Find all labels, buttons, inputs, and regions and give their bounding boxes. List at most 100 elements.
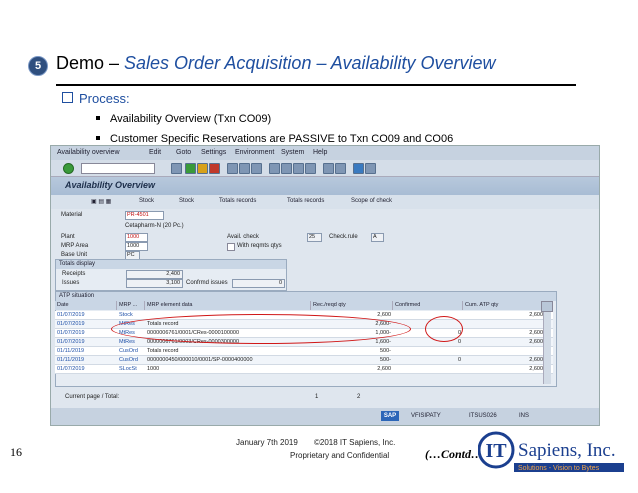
table-scrollbar[interactable] (543, 312, 551, 384)
highlight-confirmed-ellipse (425, 316, 463, 342)
shortcut-icon[interactable] (335, 163, 346, 174)
title-emphasis: Sales Order Acquisition – Availability O… (124, 53, 496, 73)
sap-title-bar: Availability Overview (51, 177, 599, 195)
next-page-icon[interactable] (293, 163, 304, 174)
table-row[interactable]: 01/11/2019 CusOrd 0000000450/000010/0001/S… (55, 356, 553, 365)
col-cum-atp-qty[interactable]: Cum. ATP qty (463, 301, 553, 310)
cell-element: 0000000450/000010/0001/SP-0000400000 (147, 357, 253, 363)
menu-edit[interactable]: Edit (149, 149, 161, 156)
highlight-reservations-ellipse (111, 314, 411, 344)
footer-date: January 7th 2019 (236, 438, 298, 447)
col-date[interactable]: Date (55, 301, 117, 310)
exit-icon[interactable] (197, 163, 208, 174)
mrp-area-field[interactable]: 1000 (125, 242, 148, 251)
material-field[interactable]: PR-4501 (125, 211, 164, 220)
first-page-icon[interactable] (269, 163, 280, 174)
totals-display-header: Totals display (56, 260, 286, 269)
avail-check-field: 25 (307, 233, 322, 242)
square-bullet-icon (96, 116, 100, 120)
save-icon[interactable] (171, 163, 182, 174)
cell-element: Totals record (147, 348, 179, 354)
menu-goto[interactable]: Goto (176, 149, 191, 156)
plant-label: Plant (61, 234, 75, 240)
atp-situation-header: ATP situation (56, 292, 556, 301)
create-session-icon[interactable] (323, 163, 334, 174)
last-page-icon[interactable] (305, 163, 316, 174)
stock-button-1[interactable]: Stock (139, 198, 154, 204)
menu-settings[interactable]: Settings (201, 149, 226, 156)
receipts-field: 2,400 (126, 270, 183, 279)
cell-date: 01/07/2019 (57, 312, 85, 318)
status-mode: INS (519, 413, 530, 419)
cell-mrp: Stock (119, 312, 133, 318)
enter-icon[interactable] (63, 163, 74, 174)
sap-logo: SAP (381, 411, 399, 421)
cell-date: 01/11/2019 (57, 357, 85, 363)
receipts-label: Receipts (62, 271, 86, 277)
sap-standard-toolbar (51, 160, 599, 177)
stock-button-2[interactable]: Stock (179, 198, 194, 204)
sap-status-bar: SAP VFISIPATY ITSUS026 INS (51, 408, 599, 425)
find-icon[interactable] (239, 163, 250, 174)
back-icon[interactable] (185, 163, 196, 174)
cell-date: 01/11/2019 (57, 348, 85, 354)
menu-environment[interactable]: Environment (235, 149, 274, 156)
cell-mrp: CusOrd (119, 348, 138, 354)
cell-cum: 2,600 (529, 312, 543, 318)
pager-label: Current page / Total: (65, 394, 120, 400)
status-server: ITSUS026 (469, 413, 497, 419)
plant-field[interactable]: 1000 (125, 233, 148, 242)
sub-bullet-2: Customer Specific Reservations are PASSI… (96, 133, 453, 145)
mrp-area-label: MRP Area (61, 243, 89, 249)
layout-menu-icon[interactable] (365, 163, 376, 174)
col-mrp[interactable]: MRP ... (117, 301, 145, 310)
totals-records-button-2[interactable]: Totals records (287, 198, 324, 204)
status-system: VFISIPATY (411, 413, 441, 419)
col-rec-reqd-qty[interactable]: Rec./reqd qty (311, 301, 393, 310)
cell-qty: 2,600 (377, 366, 391, 372)
find-next-icon[interactable] (251, 163, 262, 174)
bullet-heading: Process: (62, 91, 130, 106)
menu-availability-overview[interactable]: Availability overview (57, 149, 120, 156)
table-row[interactable]: 01/07/2019 SLocSt 1000 2,600 2,600 (55, 365, 553, 374)
bullet-heading-text: Process: (79, 91, 130, 106)
pager-total: 2 (357, 394, 361, 400)
check-rule-label: Check.rule (329, 234, 358, 240)
issues-field: 3,100 (126, 279, 183, 288)
previous-page-icon[interactable] (281, 163, 292, 174)
sub-bullet-2-text: Customer Specific Reservations are PASSI… (110, 133, 454, 145)
footer-proprietary: Proprietary and Confidential (290, 451, 390, 460)
logo-letters: IT (485, 440, 507, 462)
column-settings-icon[interactable] (541, 301, 553, 312)
table-row[interactable]: 01/11/2019 CusOrd Totals record 500- (55, 347, 553, 356)
title-prefix: Demo – (56, 53, 125, 73)
menu-system[interactable]: System (281, 149, 304, 156)
col-confirmed[interactable]: Confirmed (393, 301, 463, 310)
cancel-icon[interactable] (209, 163, 220, 174)
app-tool-icons[interactable]: ▣ ▤ ▦ (91, 198, 111, 205)
base-unit-label: Base Unit (61, 252, 88, 258)
totals-records-button-1[interactable]: Totals records (219, 198, 256, 204)
menu-help[interactable]: Help (313, 149, 327, 156)
check-rule-field: A (371, 233, 384, 242)
material-description: Cetapharm-N (20 Pc.) (125, 223, 184, 229)
sap-menu-bar: Availability overview Edit Goto Settings… (51, 146, 599, 160)
cell-confirmed: 0 (457, 357, 461, 363)
scope-of-check-button[interactable]: Scope of check (351, 198, 392, 204)
col-mrp-element[interactable]: MRP element data (145, 301, 311, 310)
cell-date: 01/07/2019 (57, 330, 85, 336)
logo-name: Sapiens, Inc. (518, 440, 616, 461)
cell-cum: 2,600 (529, 366, 543, 372)
avail-check-label: Avail. check (227, 234, 259, 240)
cell-date: 01/07/2019 (57, 321, 85, 327)
screen-title: Availability Overview (65, 180, 156, 190)
cell-element: 1000 (147, 366, 160, 372)
cell-cum: 2,600 (529, 357, 543, 363)
print-icon[interactable] (227, 163, 238, 174)
command-field[interactable] (81, 163, 155, 174)
cell-qty: 500- (379, 357, 391, 363)
with-reqmts-checkbox[interactable] (227, 243, 235, 251)
section-number-badge: 5 (28, 56, 48, 76)
help-icon[interactable] (353, 163, 364, 174)
confirmed-issues-label: Confrmd issues (186, 280, 228, 286)
